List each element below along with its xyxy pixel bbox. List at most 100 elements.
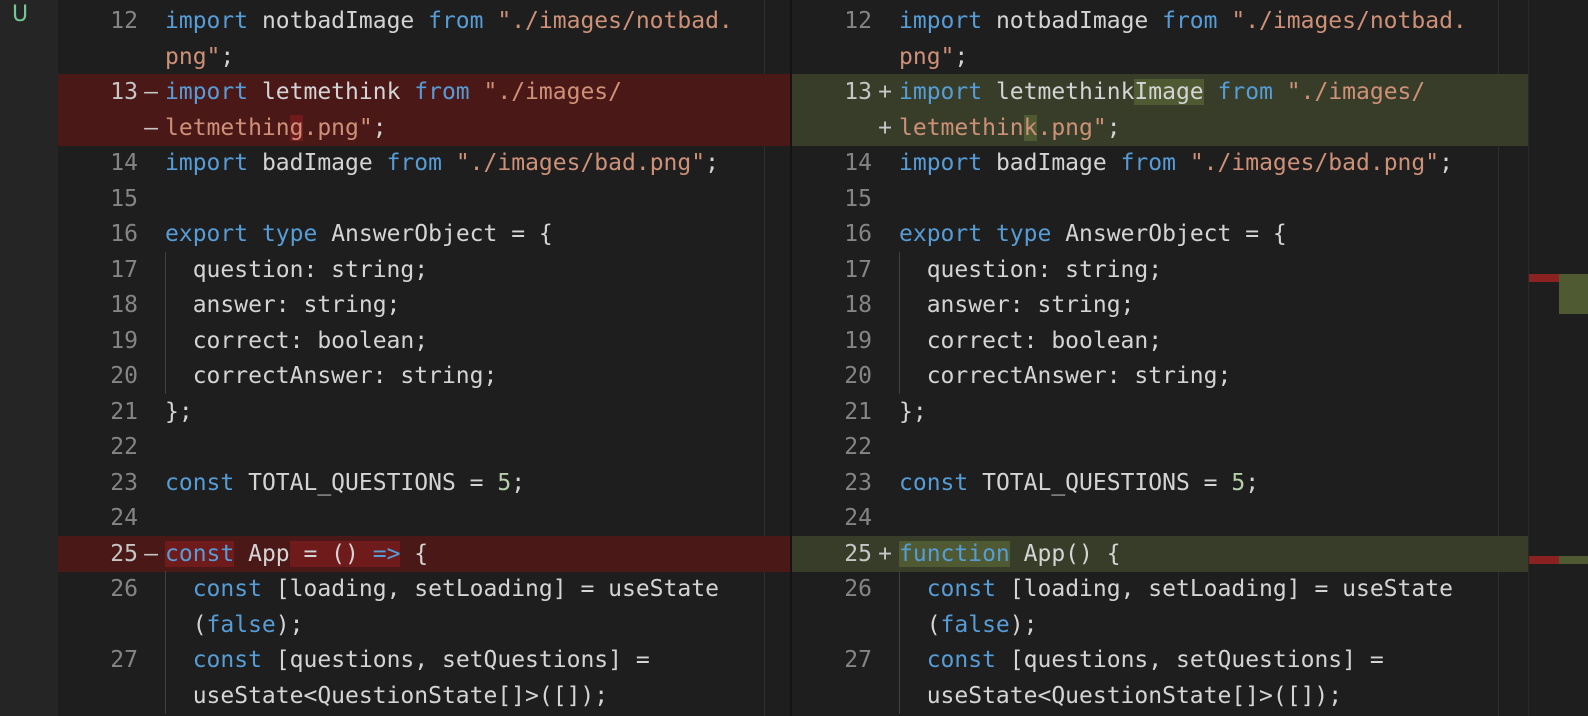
code-line[interactable]: 23 const TOTAL_QUESTIONS = 5;	[58, 465, 790, 501]
code-line[interactable]: 26 const [loading, setLoading] = useStat…	[792, 571, 1528, 607]
code-line[interactable]: 16 export type AnswerObject = {	[58, 216, 790, 252]
deleted-code-line[interactable]: 25— const App = () => {	[58, 535, 790, 572]
code-text[interactable]: const TOTAL_QUESTIONS = 5;	[165, 465, 525, 501]
code-text[interactable]: letmethink.png";	[899, 110, 1121, 146]
code-token: false	[940, 611, 1010, 638]
code-line[interactable]: (false);	[792, 606, 1528, 643]
code-text[interactable]: import notbadImage from "./images/notbad…	[899, 3, 1467, 39]
code-line[interactable]: 24	[58, 500, 790, 536]
code-text[interactable]: question: string;	[899, 252, 1162, 288]
code-line[interactable]: 12 import notbadImage from "./images/notb…	[58, 3, 790, 39]
code-token: from	[414, 79, 470, 105]
code-text[interactable]: answer: string;	[165, 287, 401, 323]
code-line[interactable]: 20 correctAnswer: string;	[792, 358, 1528, 394]
code-text[interactable]: const [loading, setLoading] = useState	[899, 571, 1453, 607]
code-text[interactable]: letmething.png";	[165, 110, 387, 146]
code-line[interactable]: 22	[792, 429, 1528, 465]
code-line[interactable]: 22	[58, 429, 790, 465]
code-line[interactable]: 21};	[792, 394, 1528, 430]
code-text[interactable]: };	[165, 394, 193, 430]
code-text[interactable]: const App = () => {	[165, 536, 428, 572]
code-line[interactable]: 27 const [questions, setQuestions] =	[58, 642, 790, 678]
code-text[interactable]: const TOTAL_QUESTIONS = 5;	[899, 465, 1259, 501]
code-text[interactable]: correct: boolean;	[165, 323, 428, 359]
line-number: 18	[844, 292, 872, 318]
code-line[interactable]: png";	[792, 39, 1528, 75]
code-text[interactable]: png";	[165, 39, 234, 75]
code-line[interactable]: 23 const TOTAL_QUESTIONS = 5;	[792, 465, 1528, 501]
code-text[interactable]: import notbadImage from "./images/notbad…	[165, 3, 733, 39]
code-text[interactable]: (false);	[165, 607, 304, 643]
code-text[interactable]: import badImage from "./images/bad.png";	[899, 145, 1453, 181]
code-text[interactable]: useState<QuestionState[]>([]);	[899, 678, 1342, 714]
code-line[interactable]: useState<QuestionState[]>([]);	[58, 677, 790, 714]
line-number: 27	[110, 647, 138, 673]
line-number: 14	[110, 150, 138, 176]
code-line[interactable]: 26 const [loading, setLoading] = useStat…	[58, 571, 790, 607]
line-number: 16	[110, 221, 138, 247]
deleted-code-line[interactable]: — letmething.png";	[58, 109, 790, 146]
code-line[interactable]: 19 correct: boolean;	[58, 322, 790, 359]
code-line[interactable]: 17 question: string;	[792, 251, 1528, 288]
code-text[interactable]: import letmethinkImage from "./images/	[899, 74, 1425, 110]
code-text[interactable]: function App() {	[899, 536, 1121, 572]
added-line-indicator: +	[878, 540, 892, 567]
code-token: from	[1217, 79, 1273, 105]
code-text[interactable]: };	[899, 394, 927, 430]
code-text[interactable]: correct: boolean;	[899, 323, 1162, 359]
code-text[interactable]: const [questions, setQuestions] =	[899, 642, 1384, 678]
code-text[interactable]: export type AnswerObject = {	[899, 216, 1287, 252]
code-line[interactable]: 15	[792, 181, 1528, 217]
code-token: useState<QuestionState[]>([]);	[165, 682, 609, 709]
code-line[interactable]: 15	[58, 181, 790, 217]
code-line[interactable]: (false);	[58, 606, 790, 643]
code-text[interactable]: const [questions, setQuestions] =	[165, 642, 650, 678]
code-token: const	[926, 576, 996, 602]
modified-editor-pane[interactable]: 12 import notbadImage from "./images/notb…	[792, 0, 1528, 716]
code-token: Image	[1134, 79, 1204, 105]
code-line[interactable]: 27 const [questions, setQuestions] =	[792, 642, 1528, 678]
line-number: 25	[844, 540, 872, 567]
code-text[interactable]: const [loading, setLoading] = useState	[165, 571, 719, 607]
code-line[interactable]: 18 answer: string;	[792, 287, 1528, 323]
line-number: 19	[844, 327, 872, 354]
line-number: 20	[110, 363, 138, 389]
inserted-code-line[interactable]: 13 + import letmethinkImage from "./images…	[792, 74, 1528, 110]
code-line[interactable]: useState<QuestionState[]>([]);	[792, 677, 1528, 714]
code-line[interactable]: 20 correctAnswer: string;	[58, 358, 790, 394]
code-line[interactable]: 17 question: string;	[58, 251, 790, 288]
code-text[interactable]: useState<QuestionState[]>([]);	[165, 678, 608, 714]
code-token: 5	[497, 469, 512, 496]
code-text[interactable]: import letmethink from "./images/	[165, 74, 622, 110]
code-line[interactable]: 14 import badImage from "./images/bad.png…	[792, 145, 1528, 181]
code-token: (	[165, 611, 207, 638]
code-token: import	[165, 8, 249, 34]
code-text[interactable]: question: string;	[165, 252, 428, 288]
code-line[interactable]: 12 import notbadImage from "./images/notb…	[792, 3, 1528, 39]
code-line[interactable]: 14 import badImage from "./images/bad.png…	[58, 145, 790, 181]
code-text[interactable]: correctAnswer: string;	[165, 358, 498, 394]
deleted-code-line[interactable]: 13— import letmethink from "./images/	[58, 74, 790, 110]
code-line[interactable]: 18 answer: string;	[58, 287, 790, 323]
code-line[interactable]: png";	[58, 39, 790, 75]
code-line[interactable]: 19 correct: boolean;	[792, 322, 1528, 359]
original-editor-pane[interactable]: 12 import notbadImage from "./images/notb…	[58, 0, 790, 716]
code-token: badImage	[248, 150, 387, 176]
code-line[interactable]: 21};	[58, 394, 790, 430]
code-text[interactable]: correctAnswer: string;	[899, 358, 1232, 394]
inserted-code-line[interactable]: 25 + function App() {	[792, 535, 1528, 572]
code-line[interactable]: 16 export type AnswerObject = {	[792, 216, 1528, 252]
code-token: "./images/bad.png"	[1189, 150, 1440, 176]
code-text[interactable]: (false);	[899, 607, 1038, 643]
code-text[interactable]: export type AnswerObject = {	[165, 216, 553, 252]
code-text[interactable]: import badImage from "./images/bad.png";	[165, 145, 719, 181]
code-line[interactable]: 24	[792, 500, 1528, 536]
inserted-code-line[interactable]: + letmethink.png";	[792, 109, 1528, 146]
code-text[interactable]: answer: string;	[899, 287, 1135, 323]
code-text[interactable]: png";	[899, 39, 968, 75]
code-token: import	[165, 150, 249, 176]
diff-overview-ruler[interactable]	[1528, 0, 1588, 716]
